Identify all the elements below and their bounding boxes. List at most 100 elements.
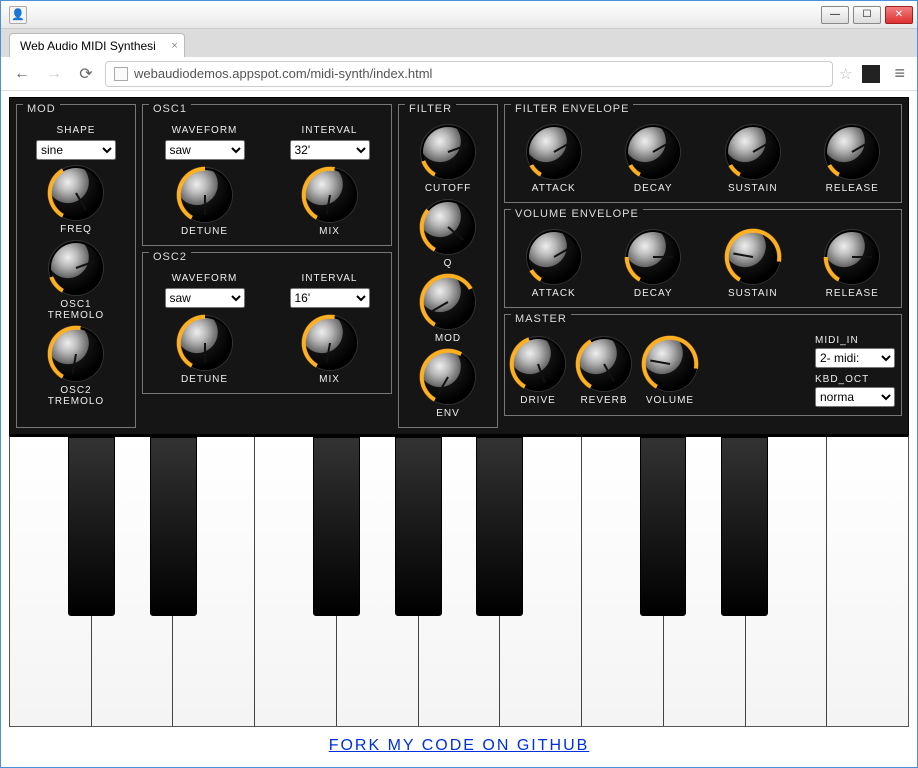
filter-module: Filter Cutoff Q Mod Env (398, 104, 498, 428)
mod-osc2trem-knob[interactable] (49, 327, 103, 381)
osc2-interval-control: Interval 16' (290, 273, 370, 308)
fenv-sustain-control: Sustain (710, 125, 796, 194)
osc2-interval-label: Interval (302, 273, 358, 284)
tab-title: Web Audio MIDI Synthesi (20, 39, 156, 53)
forward-button[interactable]: → (41, 61, 67, 87)
mod-osc2trem-control: OSC2 Tremolo (23, 327, 129, 407)
master-module: Master Drive Reverb Volume MIDI_IN 2- MI… (504, 314, 902, 416)
osc-column: OSC1 Waveform saw Interval 32' (142, 104, 392, 428)
filter-mod-knob[interactable] (421, 275, 475, 329)
bookmark-star-icon[interactable]: ☆ (839, 65, 852, 83)
osc1-mix-knob[interactable] (303, 168, 357, 222)
osc1-interval-select[interactable]: 32' (290, 140, 370, 160)
kbd-oct-control: KBD_OCT norma (815, 374, 895, 407)
mod-shape-control: Shape sine (23, 125, 129, 160)
mod-osc1trem-control: OSC1 Tremolo (23, 241, 129, 321)
filter-title: Filter (405, 103, 456, 115)
fenv-attack-label: Attack (532, 183, 576, 194)
osc2-detune-knob[interactable] (178, 316, 232, 370)
fenv-decay-control: Decay (611, 125, 697, 194)
filter-cutoff-knob[interactable] (421, 125, 475, 179)
venv-sustain-control: Sustain (710, 230, 796, 299)
master-drive-label: Drive (520, 395, 556, 406)
close-button[interactable]: ✕ (885, 6, 913, 24)
filter-mod-control: Mod (405, 275, 491, 344)
osc2-waveform-select[interactable]: saw (165, 288, 245, 308)
black-key[interactable] (476, 437, 523, 616)
master-reverb-knob[interactable] (577, 337, 631, 391)
fenv-attack-control: Attack (511, 125, 597, 194)
fenv-release-control: Release (810, 125, 896, 194)
filter-env-control: Env (405, 350, 491, 419)
osc1-waveform-control: Waveform saw (165, 125, 245, 160)
url-bar[interactable]: webaudiodemos.appspot.com/midi-synth/ind… (105, 61, 833, 87)
master-volume-knob[interactable] (643, 337, 697, 391)
black-key[interactable] (313, 437, 360, 616)
osc2-waveform-control: Waveform saw (165, 273, 245, 308)
venv-decay-knob[interactable] (626, 230, 680, 284)
user-icon[interactable]: 👤 (9, 6, 27, 24)
venv-sustain-label: Sustain (728, 288, 778, 299)
mod-osc1trem-knob[interactable] (49, 241, 103, 295)
master-drive-knob[interactable] (511, 337, 565, 391)
maximize-button[interactable]: ☐ (853, 6, 881, 24)
midi-in-label: MIDI_IN (815, 335, 895, 346)
window-titlebar: 👤 — ☐ ✕ (1, 1, 917, 29)
osc2-interval-select[interactable]: 16' (290, 288, 370, 308)
menu-icon[interactable]: ≡ (890, 63, 909, 84)
mod-module: MOD Shape sine Freq OSC1 Tremolo OSC2 Tr… (16, 104, 136, 428)
fenv-release-knob[interactable] (825, 125, 879, 179)
filter-mod-label: Mod (435, 333, 461, 344)
osc2-mix-knob[interactable] (303, 316, 357, 370)
master-volume-control: Volume (643, 337, 697, 406)
black-key[interactable] (395, 437, 442, 616)
osc2-detune-control: Detune (178, 316, 232, 385)
osc1-mix-control: Mix (303, 168, 357, 237)
filter-env-knob[interactable] (421, 350, 475, 404)
filter-cutoff-label: Cutoff (425, 183, 471, 194)
venv-sustain-knob[interactable] (726, 230, 780, 284)
piano-keyboard[interactable] (9, 435, 909, 727)
black-key[interactable] (721, 437, 768, 616)
page-icon (114, 67, 128, 81)
mod-shape-select[interactable]: sine (36, 140, 116, 160)
back-button[interactable]: ← (9, 61, 35, 87)
mod-freq-knob[interactable] (49, 166, 103, 220)
venv-attack-label: Attack (532, 288, 576, 299)
volume-env-title: Volume Envelope (511, 208, 643, 220)
midi-in-select[interactable]: 2- MIDI: (815, 348, 895, 368)
github-link[interactable]: Fork my code on Github (1, 727, 917, 765)
osc2-mix-control: Mix (303, 316, 357, 385)
fenv-decay-knob[interactable] (626, 125, 680, 179)
osc1-detune-knob[interactable] (178, 168, 232, 222)
filter-envelope-module: Filter Envelope Attack Decay Sustain Rel… (504, 104, 902, 203)
browser-tab[interactable]: Web Audio MIDI Synthesi × (9, 33, 185, 57)
osc1-interval-control: Interval 32' (290, 125, 370, 160)
venv-attack-knob[interactable] (527, 230, 581, 284)
minimize-button[interactable]: — (821, 6, 849, 24)
kbd-oct-select[interactable]: norma (815, 387, 895, 407)
black-key[interactable] (150, 437, 197, 616)
nav-toolbar: ← → ⟳ webaudiodemos.appspot.com/midi-syn… (1, 57, 917, 91)
master-volume-label: Volume (646, 395, 694, 406)
osc1-waveform-select[interactable]: saw (165, 140, 245, 160)
black-key[interactable] (640, 437, 687, 616)
venv-release-knob[interactable] (825, 230, 879, 284)
volume-envelope-module: Volume Envelope Attack Decay Sustain Rel… (504, 209, 902, 308)
venv-release-control: Release (810, 230, 896, 299)
venv-attack-control: Attack (511, 230, 597, 299)
extension-icon[interactable] (862, 65, 880, 83)
osc1-detune-control: Detune (178, 168, 232, 237)
mod-freq-control: Freq (23, 166, 129, 235)
filter-q-knob[interactable] (421, 200, 475, 254)
reload-button[interactable]: ⟳ (73, 61, 99, 87)
url-text: webaudiodemos.appspot.com/midi-synth/ind… (134, 66, 432, 81)
tab-close-icon[interactable]: × (171, 40, 177, 52)
mod-title: MOD (23, 103, 60, 115)
fenv-sustain-knob[interactable] (726, 125, 780, 179)
mod-osc1trem-label: OSC1 Tremolo (48, 299, 104, 321)
osc1-interval-label: Interval (302, 125, 358, 136)
fenv-attack-knob[interactable] (527, 125, 581, 179)
fenv-decay-label: Decay (634, 183, 673, 194)
black-key[interactable] (68, 437, 115, 616)
